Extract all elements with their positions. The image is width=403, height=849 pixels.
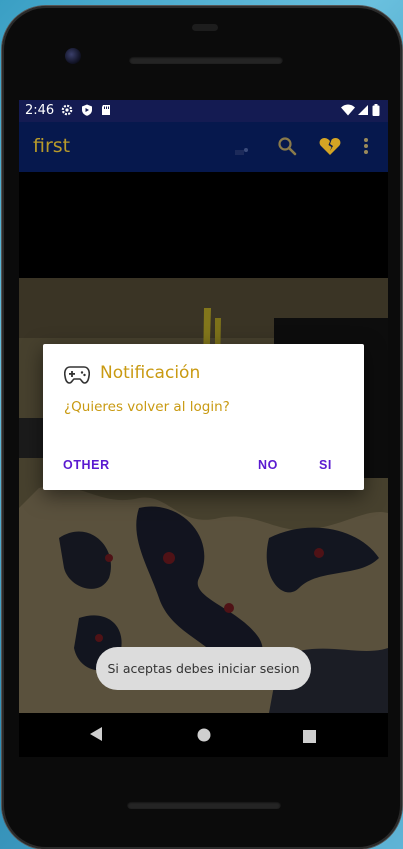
search-icon[interactable] [277,136,297,160]
wifi-icon [341,104,355,116]
yes-button[interactable]: SI [319,458,332,472]
top-speaker [129,56,283,64]
signal-icon [357,104,369,116]
alert-dialog: Notificación ¿Quieres volver al login? O… [43,344,364,490]
dialog-title: Notificación [100,363,201,383]
settings-icon [61,104,73,116]
other-button[interactable]: OTHER [63,458,110,472]
battery-icon [372,104,380,116]
shield-icon [81,104,93,116]
earpiece [192,24,218,31]
app-title: first [33,135,71,157]
gamepad-icon [63,366,91,388]
back-icon[interactable] [89,726,103,746]
status-time: 2:46 [25,103,55,118]
status-bar: 2:46 [19,100,388,122]
broken-heart-icon[interactable] [319,137,341,160]
toast-message: Si aceptas debes iniciar sesion [96,647,311,690]
navigation-bar [19,713,388,757]
content-header-area [19,172,388,278]
recents-icon[interactable] [303,728,316,747]
dialog-message: ¿Quieres volver al login? [64,399,230,415]
notification-dot-icon[interactable] [235,142,249,161]
overflow-menu-icon[interactable] [363,137,369,159]
app-bar: first [19,122,388,172]
front-camera [65,48,81,64]
device-screen: 2:46 first Notificación ¿Quieres volver … [19,100,388,713]
sd-card-icon [100,104,112,116]
bottom-speaker [127,801,281,809]
home-icon[interactable] [197,727,211,746]
no-button[interactable]: NO [258,458,278,472]
